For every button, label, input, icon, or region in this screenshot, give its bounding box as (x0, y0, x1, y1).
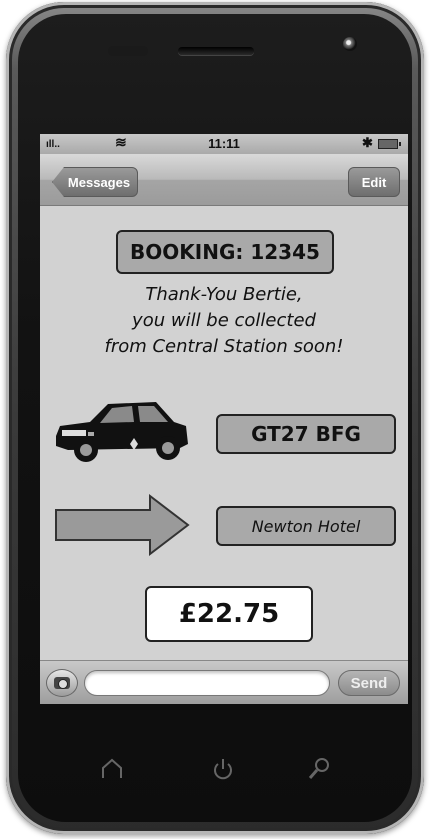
search-icon[interactable] (304, 754, 334, 784)
message-line-2: you will be collected (132, 310, 316, 331)
navigation-bar: Messages Edit (40, 154, 408, 206)
message-line-3: from Central Station soon! (104, 336, 344, 357)
destination-label: Newton Hotel (216, 506, 396, 546)
message-composer: Send (40, 660, 408, 704)
sensor (108, 46, 148, 56)
camera-icon (54, 677, 70, 689)
status-time: 11:11 (208, 136, 240, 151)
edit-button[interactable]: Edit (348, 167, 400, 197)
camera-button[interactable] (46, 669, 78, 697)
screen: ıll.. ≋ 11:11 ✱ Messages Edit BOOKING: 1… (40, 134, 408, 704)
battery-icon (378, 139, 401, 149)
power-icon[interactable] (208, 754, 238, 784)
home-icon[interactable] (97, 754, 127, 784)
license-plate: GT27 BFG (216, 414, 396, 454)
message-line-1: Thank-You Bertie, (145, 284, 303, 305)
arrow-right-icon (55, 494, 190, 556)
car-icon (56, 402, 188, 462)
earpiece-speaker (178, 47, 254, 55)
send-button[interactable]: Send (338, 670, 400, 696)
booking-badge: BOOKING: 12345 (116, 230, 334, 274)
bluetooth-icon: ✱ (362, 135, 373, 150)
back-button[interactable]: Messages (52, 167, 138, 197)
message-text: Thank-You Bertie, you will be collected … (40, 282, 408, 360)
status-bar: ıll.. ≋ 11:11 ✱ (40, 134, 408, 154)
fare-price: £22.75 (145, 586, 313, 642)
front-camera-icon (343, 37, 357, 51)
message-input[interactable] (84, 670, 330, 696)
